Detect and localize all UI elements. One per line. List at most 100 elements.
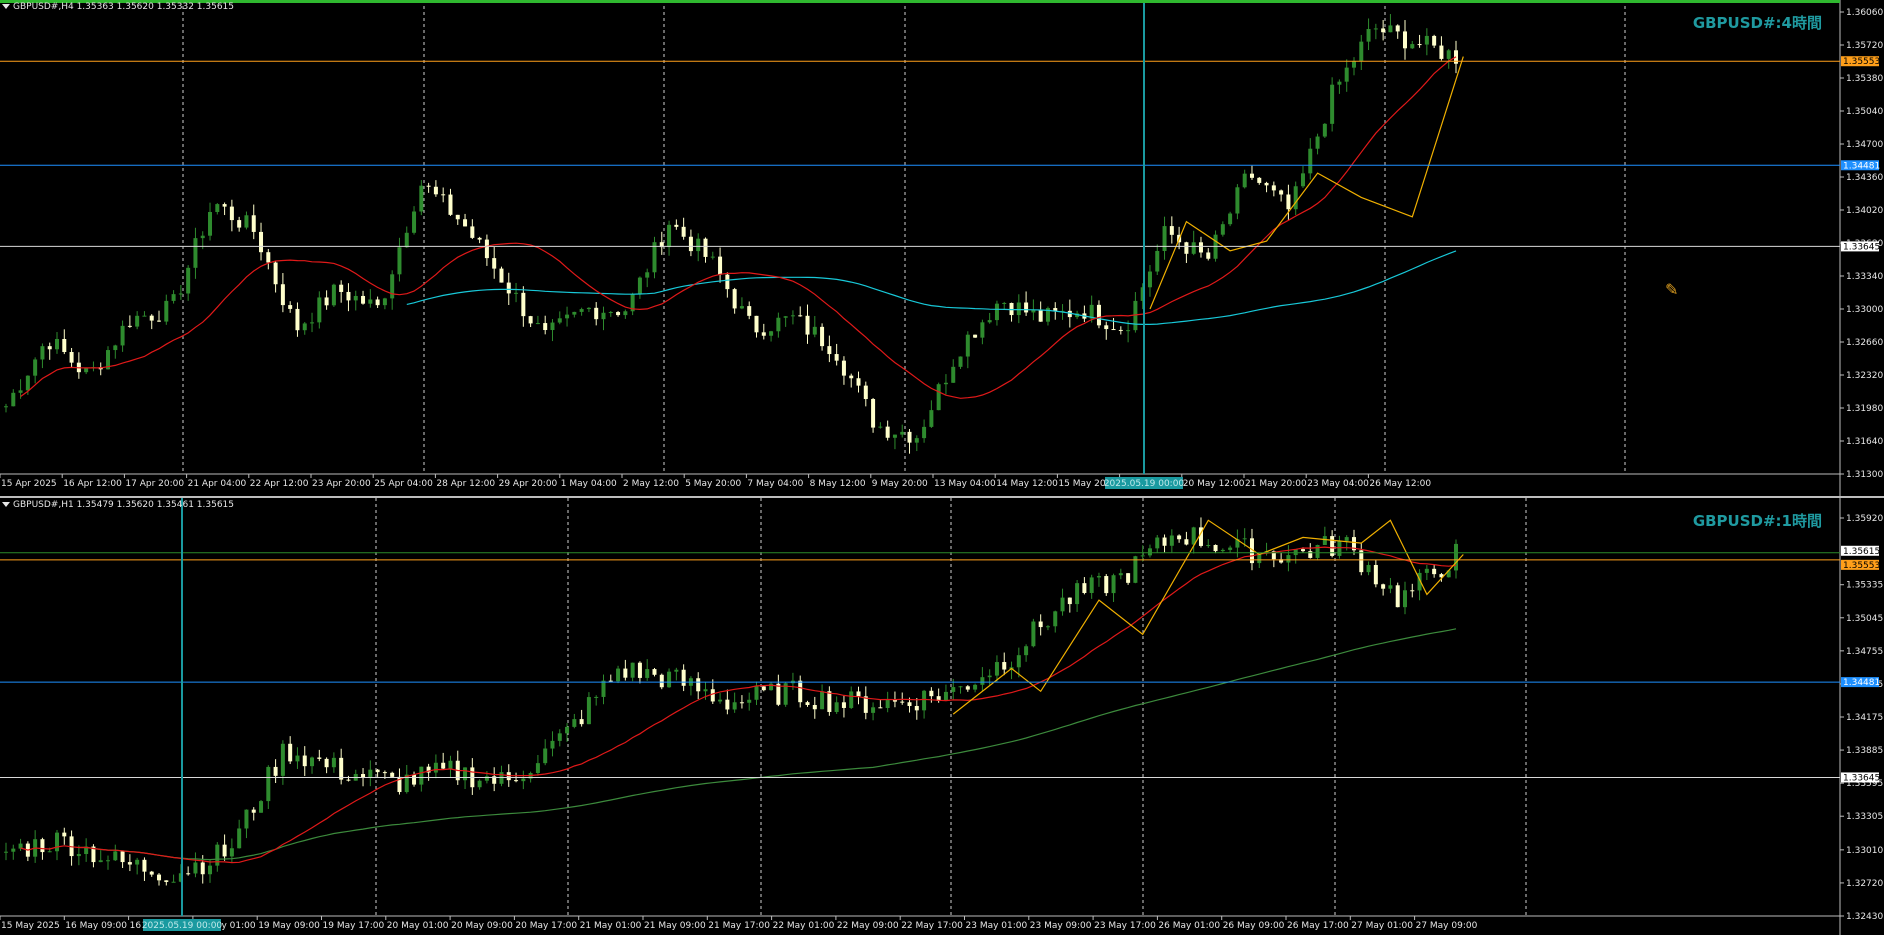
chart-canvas-h4[interactable]: 1.36060 1.35720 1.35380 1.35040 1.34700 1.343…: [0, 0, 1884, 496]
candle-body: [1286, 555, 1291, 563]
candle-body: [1220, 224, 1225, 235]
candle-body: [463, 767, 468, 781]
candle-body: [973, 684, 978, 690]
candle-body: [878, 426, 883, 428]
time-tick-label: 15 Apr 2025: [1, 479, 57, 489]
chart-canvas-h1[interactable]: 1.359201.353351.350451.347551.344651.341…: [0, 498, 1884, 935]
candle-body: [885, 426, 890, 438]
candle-body: [1228, 213, 1233, 225]
candle-body: [820, 691, 825, 710]
candle-body: [812, 705, 817, 710]
candle-body: [871, 399, 876, 428]
price-line-tag-label: 1.33645: [1843, 242, 1880, 252]
candle-body: [419, 185, 424, 212]
time-tick-label: 29 Apr 20:00: [499, 479, 558, 489]
time-tick-label: 26 May 17:00: [1287, 921, 1349, 931]
candle-body: [397, 247, 402, 275]
candle-body: [1104, 325, 1109, 330]
candle-body: [499, 268, 504, 283]
candle-body: [1031, 621, 1036, 647]
candle-body: [1432, 568, 1437, 575]
candle-body: [841, 360, 846, 376]
candle-body: [1242, 538, 1247, 540]
candle-body: [652, 669, 657, 675]
candle-body: [375, 769, 380, 773]
price-tick-label: 1.31300: [1846, 470, 1883, 480]
candle-body: [1220, 549, 1225, 552]
candle-body: [25, 375, 30, 391]
candle-body: [1147, 271, 1152, 288]
candle-body: [361, 295, 366, 304]
candle-body: [594, 696, 599, 698]
candle-body: [441, 194, 446, 196]
candle-body: [579, 309, 584, 312]
candle-body: [725, 699, 730, 710]
price-tick-label: 1.33000: [1846, 305, 1883, 315]
candle-body: [1300, 549, 1305, 552]
chart-pane-h4[interactable]: 1.36060 1.35720 1.35380 1.35040 1.34700 1.343…: [0, 0, 1884, 496]
ohlc-readout-h4: GBPUSD#,H4 1.35363 1.35620 1.35332 1.356…: [13, 2, 235, 12]
candle-body: [164, 880, 169, 882]
time-tick-label: 21 May 17:00: [708, 921, 770, 931]
candle-body: [84, 368, 89, 373]
price-tick-label: 1.33885: [1846, 746, 1883, 756]
candle-body: [178, 293, 183, 295]
chart-pane-h1[interactable]: 1.359201.353351.350451.347551.344651.341…: [0, 498, 1884, 935]
candle-body: [280, 743, 285, 776]
candle-body: [1264, 182, 1269, 186]
candle-body: [834, 702, 839, 712]
candle-body: [747, 306, 752, 316]
triangle-down-icon[interactable]: [2, 4, 10, 9]
candle-body: [1206, 544, 1211, 546]
candle-body: [543, 748, 548, 764]
candle-body: [1111, 329, 1116, 331]
candle-body: [1002, 662, 1007, 670]
candle-body: [703, 238, 708, 257]
candle-body: [725, 274, 730, 290]
candle-body: [266, 766, 271, 802]
candle-body: [1410, 44, 1415, 49]
candle-body: [1388, 585, 1393, 589]
candle-body: [1096, 576, 1101, 578]
candle-body: [1162, 226, 1167, 251]
candle-body: [630, 662, 635, 678]
time-tick-label: 23 May 01:00: [966, 921, 1028, 931]
candle-body: [40, 839, 45, 853]
candle-body: [543, 323, 548, 331]
candle-body: [69, 352, 74, 363]
price-tick-label: 1.35045: [1846, 614, 1883, 624]
candle-body: [11, 848, 16, 852]
candle-body: [193, 238, 198, 268]
symbol-watermark-h1: GBPUSD#:1時間: [1692, 512, 1822, 530]
candle-body: [193, 862, 198, 874]
candle-body: [1424, 35, 1429, 45]
candle-body: [951, 366, 956, 383]
price-tick-label: 1.34755: [1846, 647, 1883, 657]
candle-body: [922, 690, 927, 711]
time-tick-label: 20 May 09:00: [451, 921, 513, 931]
candle-body: [1038, 621, 1043, 628]
candle-body: [106, 860, 111, 862]
candle-body: [1162, 537, 1167, 546]
price-line-tag-label: 1.33645: [1843, 773, 1880, 783]
candle-body: [310, 757, 315, 767]
candle-body: [943, 691, 948, 701]
time-tick-label: 20 May 01:00: [387, 921, 449, 931]
candle-body: [980, 677, 985, 685]
candle-body: [1373, 28, 1378, 30]
candle-body: [841, 702, 846, 708]
candle-body: [1191, 527, 1196, 545]
candle-body: [645, 669, 650, 678]
candle-body: [339, 757, 344, 780]
candle-body: [62, 832, 67, 837]
price-tick-label: 1.31640: [1846, 437, 1883, 447]
triangle-down-icon[interactable]: [2, 502, 10, 507]
candle-body: [426, 185, 431, 187]
time-tick-label: 27 May 01:00: [1351, 921, 1413, 931]
time-tick-label: 20 May 17:00: [515, 921, 577, 931]
candle-body: [40, 346, 45, 360]
candle-body: [1249, 173, 1254, 178]
candle-body: [1322, 536, 1327, 545]
candle-body: [215, 844, 220, 866]
price-line-tag-label: 1.34481: [1843, 161, 1880, 171]
